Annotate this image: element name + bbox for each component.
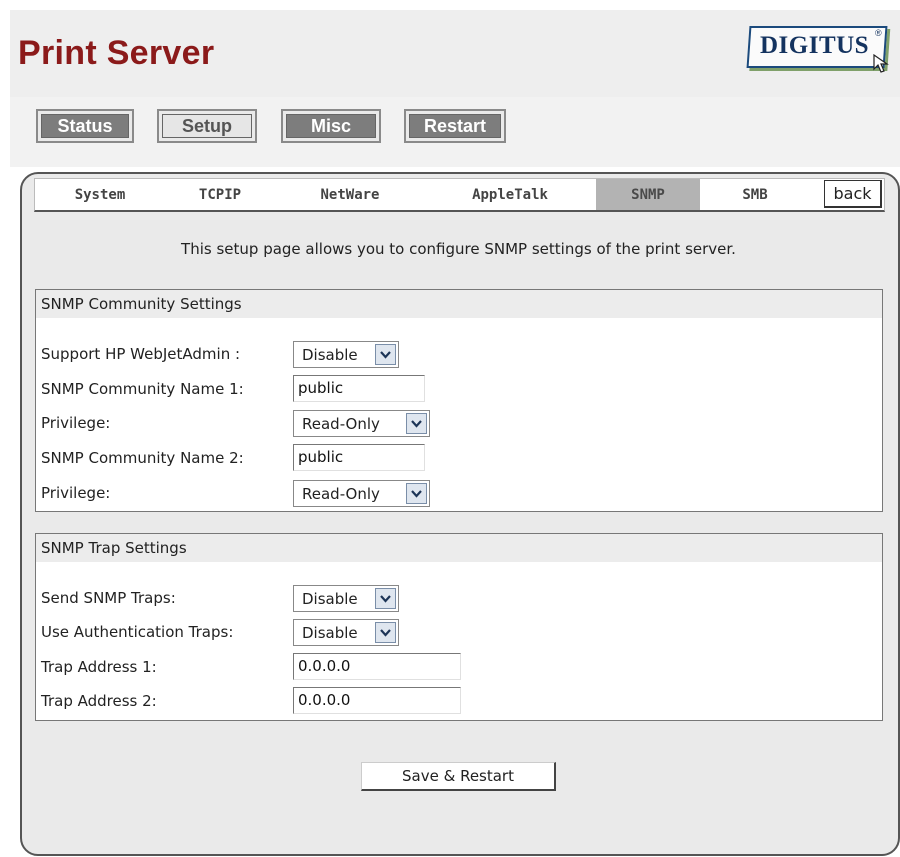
auth-traps-select[interactable]: Disable	[293, 619, 399, 646]
privilege-1-value: Read-Only	[302, 414, 380, 433]
digitus-logo: DIGITUS ®	[746, 26, 894, 74]
tab-system[interactable]: System	[45, 179, 155, 210]
settings-panel	[20, 172, 900, 856]
nav-restart-label: Restart	[409, 114, 501, 138]
trap-address-2-label: Trap Address 2:	[41, 692, 157, 710]
back-button[interactable]: back	[824, 180, 882, 208]
setup-tab-bar: System TCPIP NetWare AppleTalk SNMP SMB	[34, 178, 885, 212]
send-traps-select[interactable]: Disable	[293, 585, 399, 612]
privilege-1-label: Privilege:	[41, 414, 111, 432]
webjetadmin-select[interactable]: Disable	[293, 341, 399, 368]
community-name-2-input[interactable]: public	[293, 444, 425, 471]
nav-restart-button[interactable]: Restart	[404, 109, 506, 143]
tab-tcpip[interactable]: TCPIP	[170, 179, 270, 210]
cursor-arrow-icon	[873, 54, 889, 73]
nav-setup-button[interactable]: Setup	[157, 109, 257, 143]
nav-misc-label: Misc	[286, 114, 376, 138]
privilege-2-label: Privilege:	[41, 484, 111, 502]
community-name-2-label: SNMP Community Name 2:	[41, 449, 244, 467]
chevron-down-icon	[406, 483, 427, 504]
community-name-1-label: SNMP Community Name 1:	[41, 380, 244, 398]
tab-snmp[interactable]: SNMP	[596, 179, 700, 210]
community-name-1-input[interactable]: public	[293, 375, 425, 402]
auth-traps-label: Use Authentication Traps:	[41, 623, 234, 641]
chevron-down-icon	[375, 622, 396, 643]
send-traps-value: Disable	[302, 589, 358, 608]
nav-status-label: Status	[41, 114, 129, 138]
chevron-down-icon	[375, 588, 396, 609]
privilege-1-select[interactable]: Read-Only	[293, 410, 430, 437]
community-settings-heading: SNMP Community Settings	[36, 290, 882, 318]
registered-mark: ®	[875, 28, 882, 38]
save-restart-button[interactable]: Save & Restart	[361, 762, 556, 791]
webjetadmin-label: Support HP WebJetAdmin :	[41, 345, 241, 363]
privilege-2-value: Read-Only	[302, 484, 380, 503]
chevron-down-icon	[375, 344, 396, 365]
community-settings-section: SNMP Community Settings Support HP WebJe…	[35, 289, 883, 512]
trap-address-1-label: Trap Address 1:	[41, 658, 157, 676]
tab-appletalk[interactable]: AppleTalk	[440, 179, 580, 210]
nav-misc-button[interactable]: Misc	[281, 109, 381, 143]
auth-traps-value: Disable	[302, 623, 358, 642]
trap-address-2-input[interactable]: 0.0.0.0	[293, 687, 461, 714]
logo-text: DIGITUS	[760, 32, 870, 59]
intro-text: This setup page allows you to configure …	[181, 240, 736, 258]
trap-settings-section: SNMP Trap Settings Send SNMP Traps: Disa…	[35, 533, 883, 721]
tab-smb[interactable]: SMB	[710, 179, 800, 210]
trap-address-1-input[interactable]: 0.0.0.0	[293, 653, 461, 680]
tab-netware[interactable]: NetWare	[290, 179, 410, 210]
nav-setup-label: Setup	[162, 114, 252, 138]
webjetadmin-value: Disable	[302, 345, 358, 364]
chevron-down-icon	[406, 413, 427, 434]
nav-status-button[interactable]: Status	[36, 109, 134, 143]
trap-settings-heading: SNMP Trap Settings	[36, 534, 882, 562]
page-title: Print Server	[18, 34, 215, 72]
privilege-2-select[interactable]: Read-Only	[293, 480, 430, 507]
send-traps-label: Send SNMP Traps:	[41, 589, 176, 607]
